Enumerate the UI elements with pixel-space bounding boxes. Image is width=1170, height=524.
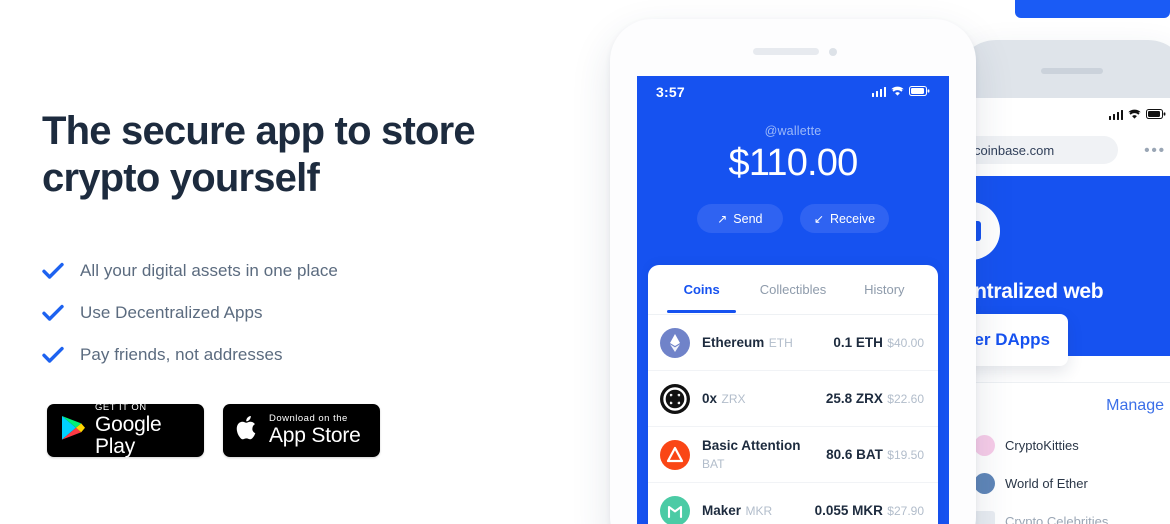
coin-name: Basic Attention xyxy=(702,437,801,453)
app-store-badge[interactable]: Download on the App Store xyxy=(223,404,380,457)
google-play-icon xyxy=(60,414,86,447)
coin-symbol: MKR xyxy=(745,504,773,518)
receive-button[interactable]: ↙ Receive xyxy=(799,204,890,233)
google-play-badge-label: Google Play xyxy=(95,412,162,459)
world-of-ether-icon xyxy=(974,473,995,494)
bat-icon xyxy=(660,439,690,470)
tab-coins[interactable]: Coins xyxy=(656,282,747,313)
coin-usd-value: $40.00 xyxy=(887,335,924,350)
wallet-app-screen: 3:57 @wallette $110.00 ↗ Send ↙ Receive … xyxy=(637,76,949,524)
list-item: All your digital assets in one place xyxy=(42,250,522,292)
wallet-balance: $110.00 xyxy=(728,142,859,184)
list-item-label: Pay friends, not addresses xyxy=(80,345,283,364)
coin-name: 0x xyxy=(702,390,718,406)
list-item-label: Crypto Celebrities xyxy=(1005,514,1109,524)
list-item-label: All your digital assets in one place xyxy=(80,261,338,280)
list-item: Use Decentralized Apps xyxy=(42,292,522,334)
page-title: The secure app to store crypto yourself xyxy=(42,109,476,201)
list-item[interactable]: Maker MKR 0.055 MKR $27.90 xyxy=(648,483,938,524)
phone-speaker-icon xyxy=(753,48,819,55)
cryptokitties-icon xyxy=(974,435,995,456)
crypto-celebrities-icon xyxy=(974,511,995,524)
coin-usd-value: $19.50 xyxy=(887,447,924,462)
coin-usd-value: $22.60 xyxy=(887,391,924,406)
url-text: coinbase.com xyxy=(974,142,1055,158)
page-root: The secure app to store crypto yourself … xyxy=(0,0,1170,524)
list-item[interactable]: Crypto Celebrities xyxy=(974,511,1108,524)
assets-card: Coins Collectibles History Ethereum ETH xyxy=(648,265,938,524)
maker-icon xyxy=(660,496,690,524)
more-options-icon[interactable]: ••• xyxy=(1144,142,1166,159)
google-play-badge-small: GET IT ON xyxy=(95,401,147,413)
status-bar-time: 3:57 xyxy=(656,84,685,100)
zrx-icon xyxy=(660,383,690,414)
wifi-icon xyxy=(891,83,904,101)
tab-collectibles[interactable]: Collectibles xyxy=(747,282,838,297)
manage-link[interactable]: Manage xyxy=(1106,397,1164,415)
coin-symbol: ETH xyxy=(768,335,793,350)
background-phone-screen: coinbase.com ••• ecentralized web er DAp… xyxy=(966,98,1170,524)
coin-symbol: ZRX xyxy=(721,391,746,406)
list-item[interactable]: CryptoKitties xyxy=(974,435,1079,456)
coin-amount: 0.055 MKR xyxy=(814,503,883,518)
phone-camera-icon xyxy=(829,48,837,56)
list-item[interactable]: Ethereum ETH 0.1 ETH $40.00 xyxy=(648,315,938,371)
wallet-handle: @wallette xyxy=(764,124,822,138)
list-item-label: World of Ether xyxy=(1005,476,1088,491)
coin-amount: 25.8 ZRX xyxy=(825,390,883,406)
google-play-badge[interactable]: GET IT ON Google Play xyxy=(47,401,204,459)
wallet-actions: ↗ Send ↙ Receive xyxy=(637,204,949,233)
phone-speaker-icon xyxy=(1041,68,1103,74)
coin-usd-value: $27.90 xyxy=(887,504,924,518)
app-store-badge-label: App Store xyxy=(269,424,361,448)
list-item: Pay friends, not addresses xyxy=(42,334,522,376)
coin-symbol: BAT xyxy=(702,456,725,471)
coin-name: Maker xyxy=(702,503,742,518)
status-bar: 3:57 xyxy=(637,76,949,108)
discover-dapps-button[interactable]: er DApps xyxy=(966,314,1068,366)
arrow-down-left-icon: ↙ xyxy=(813,211,824,226)
ethereum-icon xyxy=(660,327,690,358)
coin-name: Ethereum xyxy=(702,334,765,350)
list-item-label: Use Decentralized Apps xyxy=(80,303,263,322)
coin-amount: 0.1 ETH xyxy=(833,334,883,350)
apple-icon xyxy=(236,414,260,447)
browser-hero-title: ecentralized web xyxy=(966,280,1104,303)
send-button[interactable]: ↗ Send xyxy=(696,204,783,233)
url-bar[interactable]: coinbase.com xyxy=(966,136,1118,164)
send-button-label: Send xyxy=(733,211,763,226)
check-icon xyxy=(42,304,80,322)
phone-mockups: coinbase.com ••• ecentralized web er DAp… xyxy=(590,0,1170,524)
coin-amount: 80.6 BAT xyxy=(826,446,883,462)
background-phone: coinbase.com ••• ecentralized web er DAp… xyxy=(956,40,1170,524)
hero-text-column: The secure app to store crypto yourself … xyxy=(42,0,582,524)
feature-list: All your digital assets in one place Use… xyxy=(42,250,522,376)
dapp-list-sheet: Manage CryptoKitties World of Ether Cryp… xyxy=(966,382,1170,524)
arrow-up-right-icon: ↗ xyxy=(717,211,728,226)
tab-bar: Coins Collectibles History xyxy=(648,265,938,315)
app-store-badges: GET IT ON Google Play Download on the Ap… xyxy=(47,401,380,459)
check-icon xyxy=(42,346,80,364)
receive-button-label: Receive xyxy=(829,211,876,226)
battery-icon xyxy=(1146,106,1166,124)
check-icon xyxy=(42,262,80,280)
list-item[interactable]: Basic Attention BAT 80.6 BAT $19.50 xyxy=(648,427,938,483)
status-bar xyxy=(1108,106,1167,124)
foreground-phone: 3:57 @wallette $110.00 ↗ Send ↙ Receive … xyxy=(610,19,976,524)
tab-history[interactable]: History xyxy=(839,282,930,297)
cellular-signal-icon xyxy=(871,87,886,97)
battery-icon xyxy=(909,83,930,101)
list-item-label: CryptoKitties xyxy=(1005,438,1079,453)
wifi-icon xyxy=(1128,106,1141,124)
list-item[interactable]: World of Ether xyxy=(974,473,1088,494)
list-item[interactable]: 0x ZRX 25.8 ZRX $22.60 xyxy=(648,371,938,427)
cellular-signal-icon xyxy=(1108,110,1123,120)
